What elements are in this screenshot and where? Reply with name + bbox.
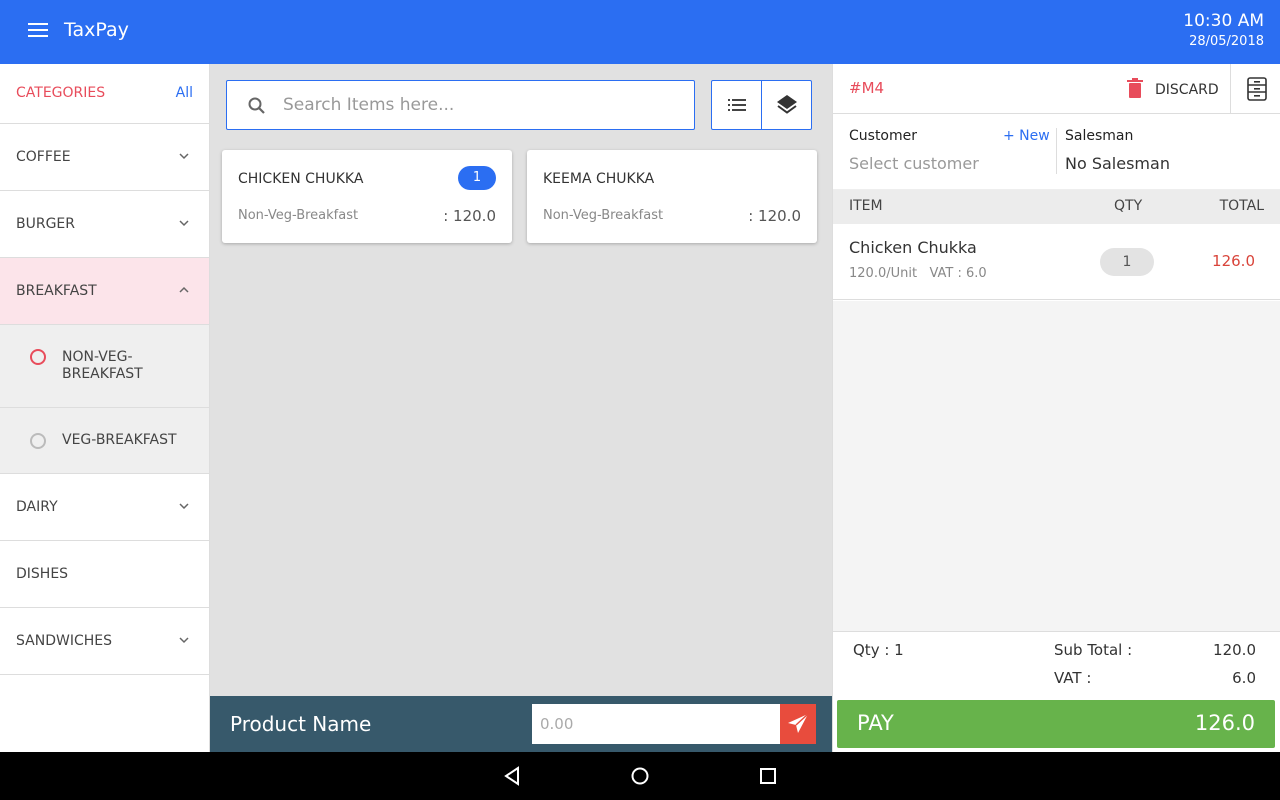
- discard-label: DISCARD: [1155, 82, 1219, 98]
- category-breakfast[interactable]: BREAKFAST: [0, 258, 209, 325]
- radio-unselected-icon: [30, 349, 46, 365]
- categories-title: CATEGORIES: [16, 85, 106, 101]
- recents-icon[interactable]: [756, 764, 780, 788]
- vat-label: VAT :: [1054, 669, 1092, 687]
- product-card[interactable]: CHICKEN CHUKKA 1 Non-Veg-Breakfast : 120…: [222, 150, 512, 243]
- product-qty-badge: 1: [458, 166, 496, 190]
- cash-drawer-icon: [1247, 77, 1267, 101]
- category-label: BREAKFAST: [16, 283, 97, 299]
- clock-date: 28/05/2018: [1189, 34, 1264, 49]
- order-summary: Qty : 1 Sub Total : 120.0 VAT : 6.0: [833, 631, 1280, 701]
- category-label: BURGER: [16, 216, 76, 232]
- salesman-select[interactable]: No Salesman: [1065, 154, 1170, 173]
- app-title: TaxPay: [64, 19, 129, 41]
- qty-summary: Qty : 1: [853, 641, 904, 659]
- category-label: SANDWICHES: [16, 633, 112, 649]
- chevron-down-icon: [179, 153, 189, 160]
- product-name: CHICKEN CHUKKA: [238, 171, 364, 187]
- product-category: Non-Veg-Breakfast: [543, 208, 664, 223]
- categories-sidebar: CATEGORIES All COFFEE BURGER BREAKFAST N…: [0, 64, 210, 752]
- line-item-qty[interactable]: 1: [1100, 248, 1154, 276]
- chevron-down-icon: [179, 503, 189, 510]
- line-item-unit-price: 120.0/Unit: [849, 266, 918, 281]
- view-toggle: [711, 80, 812, 130]
- salesman-label: Salesman: [1065, 128, 1134, 144]
- new-customer-button[interactable]: + New: [1003, 128, 1050, 144]
- product-category: Non-Veg-Breakfast: [238, 208, 359, 223]
- order-panel: #M4 DISCARD Customer + New Select custom…: [832, 64, 1280, 752]
- category-sandwiches[interactable]: SANDWICHES: [0, 608, 209, 675]
- subcategory-veg-breakfast[interactable]: VEG-BREAKFAST: [0, 408, 209, 474]
- send-icon: [788, 713, 809, 733]
- order-id: #M4: [849, 79, 885, 97]
- category-burger[interactable]: BURGER: [0, 191, 209, 258]
- customer-salesman-row: Customer + New Select customer Salesman …: [833, 114, 1280, 190]
- products-panel: CHICKEN CHUKKA 1 Non-Veg-Breakfast : 120…: [210, 64, 832, 696]
- category-dairy[interactable]: DAIRY: [0, 474, 209, 541]
- menu-icon[interactable]: [28, 23, 52, 41]
- items-table-header: ITEM QTY TOTAL: [833, 190, 1280, 224]
- line-item-vat: VAT : 6.0: [929, 266, 987, 281]
- divider: [1056, 128, 1057, 174]
- back-icon[interactable]: [500, 764, 524, 788]
- category-view-button[interactable]: [762, 81, 812, 129]
- search-input[interactable]: [283, 91, 683, 119]
- chevron-down-icon: [179, 220, 189, 227]
- clock-time: 10:30 AM: [1183, 11, 1264, 31]
- category-label: DISHES: [16, 566, 69, 582]
- app-bar: TaxPay 10:30 AM 28/05/2018: [0, 0, 1280, 64]
- product-price: : 120.0: [443, 207, 496, 225]
- home-icon[interactable]: [628, 764, 652, 788]
- list-view-icon: [728, 99, 746, 111]
- product-price: : 120.0: [748, 207, 801, 225]
- category-dishes[interactable]: DISHES: [0, 541, 209, 608]
- order-header: #M4 DISCARD: [833, 64, 1280, 114]
- product-price-input[interactable]: [532, 704, 780, 744]
- send-button[interactable]: [780, 704, 816, 744]
- customer-label: Customer: [849, 128, 918, 144]
- all-categories-link[interactable]: All: [176, 85, 193, 101]
- items-empty-area: [833, 301, 1280, 631]
- pay-amount: 126.0: [1194, 711, 1255, 735]
- category-label: DAIRY: [16, 499, 58, 515]
- line-item-details: 120.0/Unit VAT : 6.0: [849, 266, 987, 281]
- system-navigation-bar: [0, 752, 1280, 800]
- category-label: COFFEE: [16, 149, 71, 165]
- subtotal-label: Sub Total :: [1054, 641, 1133, 659]
- search-box: [226, 80, 695, 130]
- pay-button[interactable]: PAY 126.0: [837, 700, 1275, 748]
- list-view-button[interactable]: [712, 81, 762, 129]
- subcategory-label: VEG-BREAKFAST: [62, 432, 177, 448]
- categories-header: CATEGORIES All: [0, 64, 209, 124]
- layers-icon: [777, 95, 797, 114]
- line-item-name: Chicken Chukka: [849, 238, 977, 257]
- order-line-item[interactable]: Chicken Chukka 120.0/Unit VAT : 6.0 1 12…: [833, 224, 1280, 300]
- chevron-up-icon: [179, 286, 189, 293]
- radio-unselected-icon: [30, 433, 46, 449]
- customer-select[interactable]: Select customer: [849, 154, 979, 173]
- product-name-label[interactable]: Product Name: [230, 712, 371, 736]
- clock: 10:30 AM 28/05/2018: [1183, 11, 1264, 49]
- cash-drawer-button[interactable]: [1230, 64, 1280, 114]
- column-total: TOTAL: [1219, 198, 1264, 214]
- product-card[interactable]: KEEMA CHUKKA Non-Veg-Breakfast : 120.0: [527, 150, 817, 243]
- pay-label: PAY: [857, 711, 894, 735]
- delete-icon: [1127, 78, 1143, 98]
- vat-value: 6.0: [1232, 669, 1256, 687]
- subcategory-non-veg-breakfast[interactable]: NON-VEG-BREAKFAST: [0, 325, 209, 408]
- category-coffee[interactable]: COFFEE: [0, 124, 209, 191]
- custom-product-bar: Product Name: [210, 696, 832, 752]
- search-icon: [248, 97, 265, 114]
- chevron-down-icon: [179, 637, 189, 644]
- subtotal-value: 120.0: [1213, 641, 1256, 659]
- product-name: KEEMA CHUKKA: [543, 171, 655, 187]
- line-item-total: 126.0: [1212, 252, 1255, 270]
- subcategory-label: NON-VEG-BREAKFAST: [62, 349, 143, 382]
- column-qty: QTY: [1114, 198, 1143, 214]
- column-item: ITEM: [849, 198, 883, 214]
